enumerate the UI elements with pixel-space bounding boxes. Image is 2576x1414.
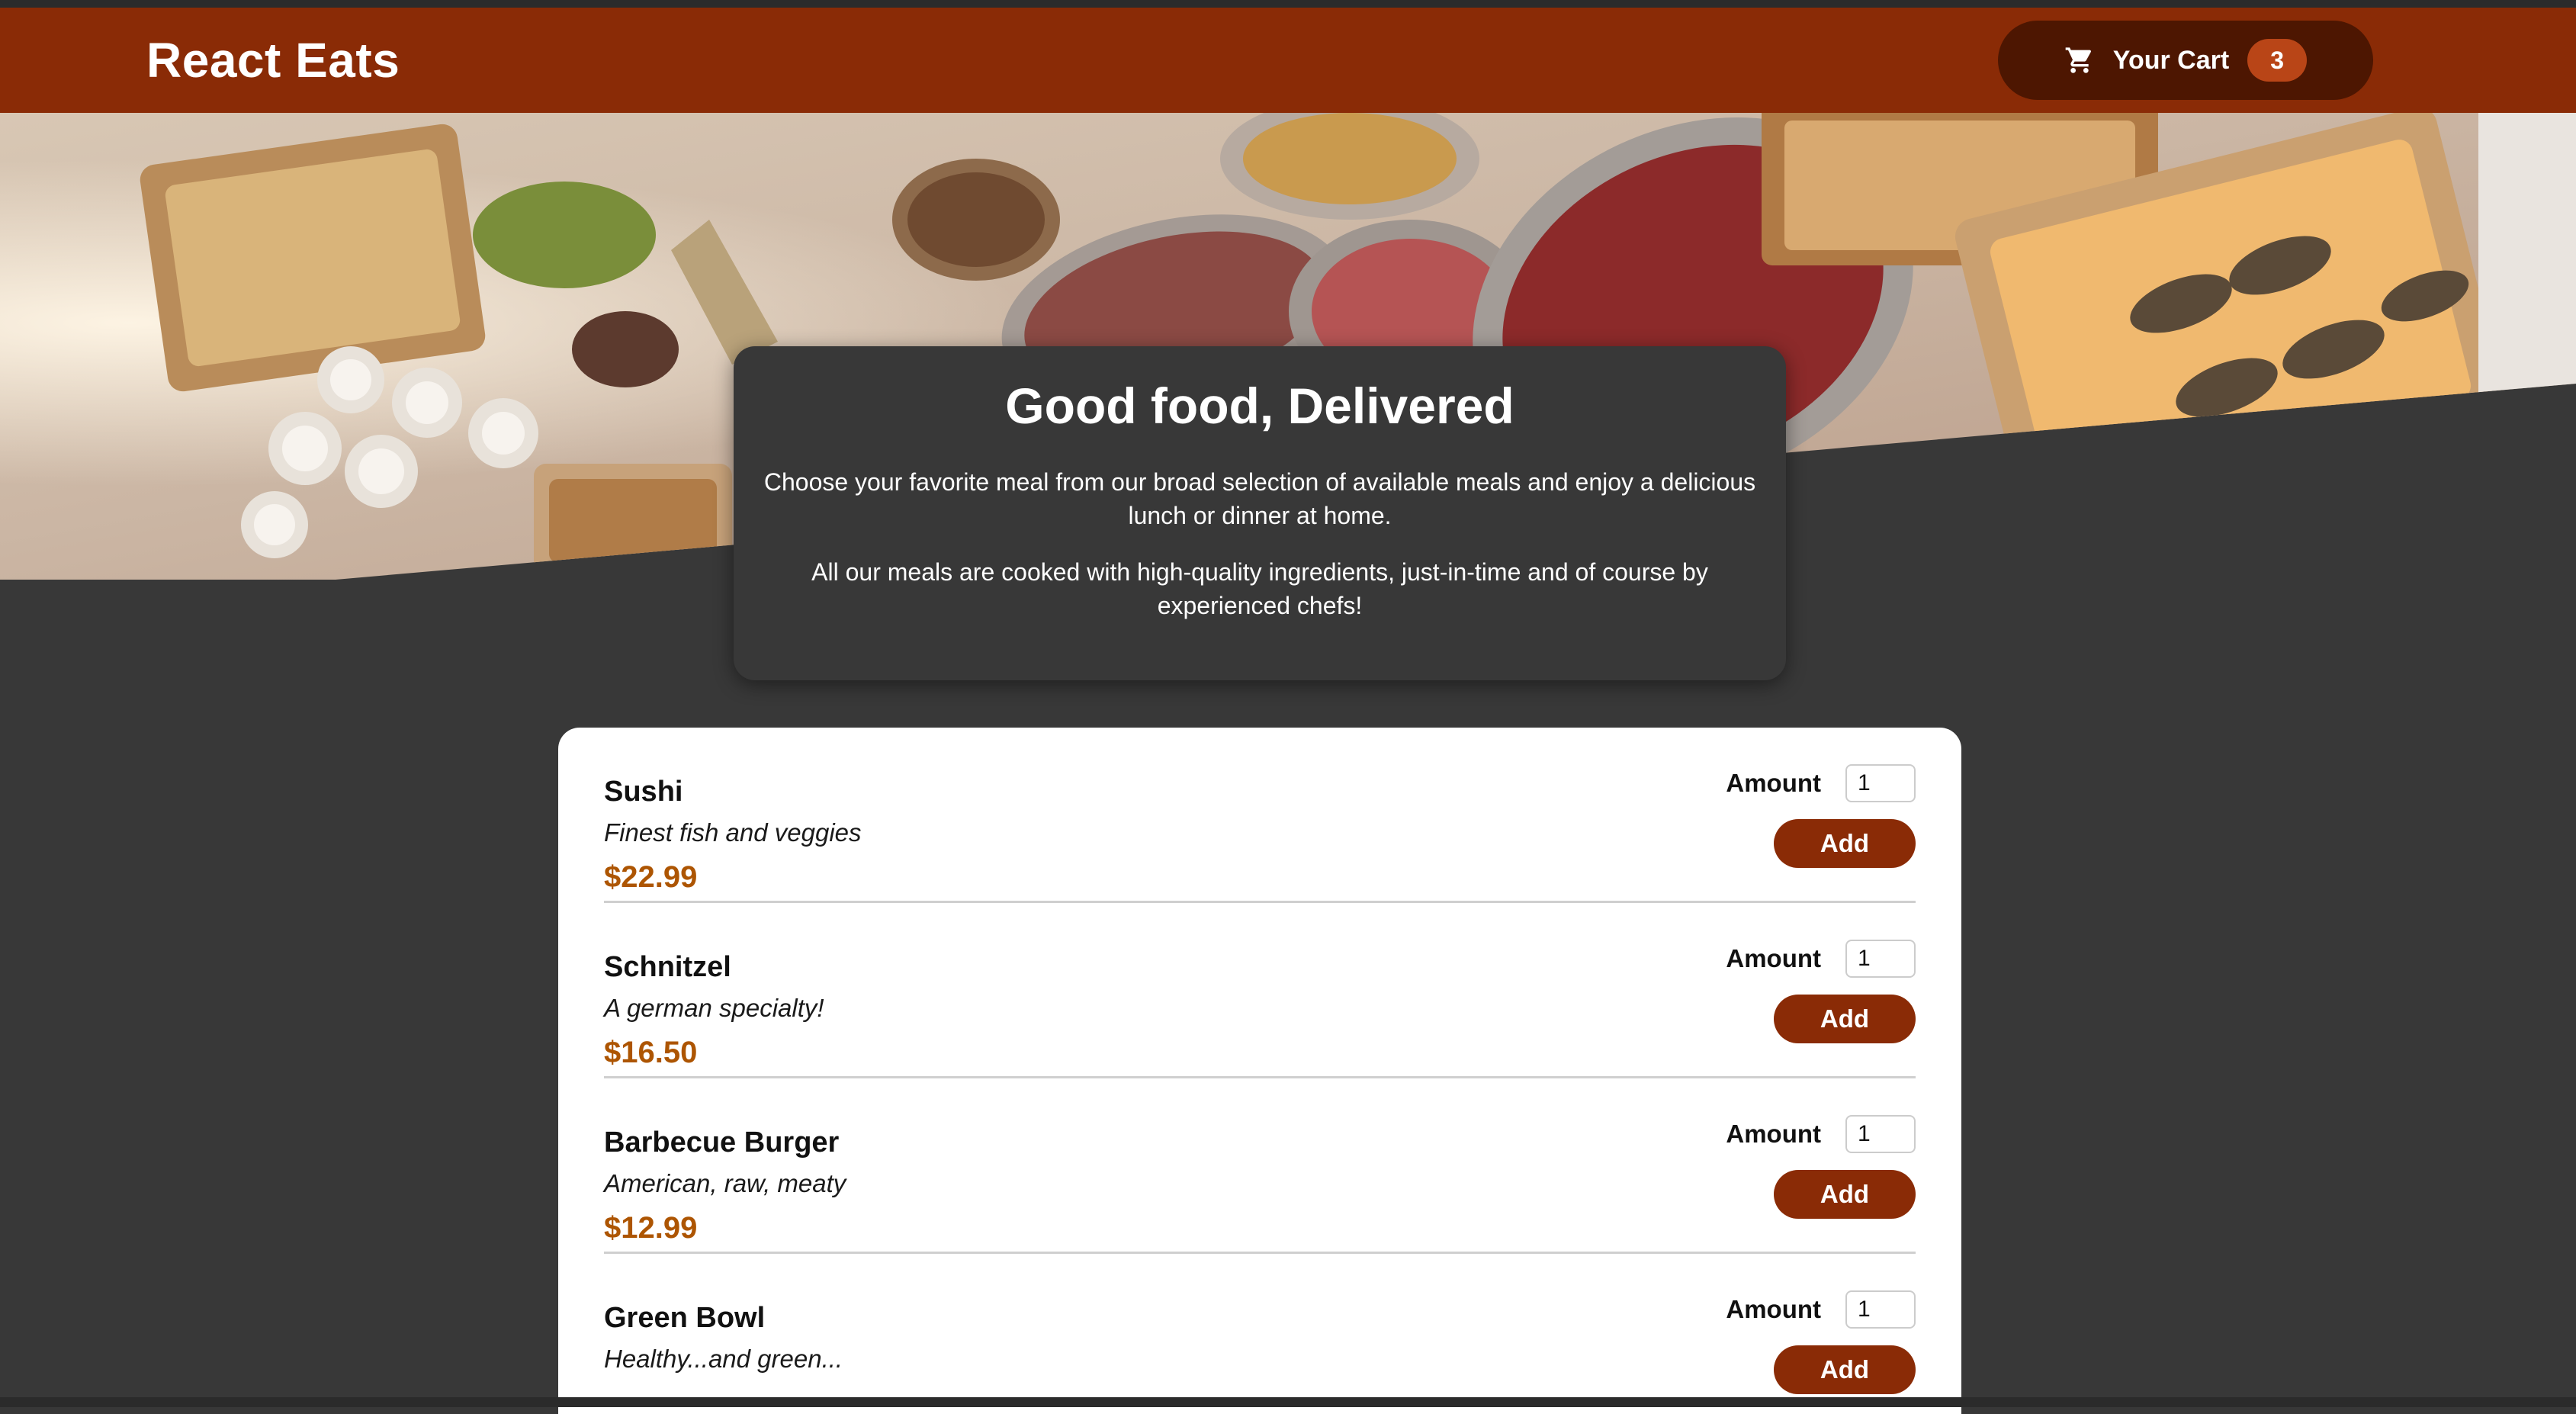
amount-row: Amount	[1726, 764, 1916, 802]
amount-label: Amount	[1726, 1295, 1821, 1323]
summary-card: Good food, Delivered Choose your favorit…	[734, 346, 1786, 680]
add-button[interactable]: Add	[1774, 1170, 1916, 1219]
amount-label: Amount	[1726, 1120, 1821, 1148]
summary-paragraph-choose: Choose your favorite meal from our broad…	[763, 468, 1756, 529]
amount-input[interactable]	[1845, 764, 1916, 802]
meal-name: Barbecue Burger	[604, 1126, 840, 1159]
window-bottom-edge	[0, 1397, 2576, 1407]
cart-label: Your Cart	[2112, 45, 2230, 75]
meal-item-barbecue-burger: Barbecue Burger American, raw, meaty $12…	[604, 1078, 1916, 1254]
amount-input[interactable]	[1845, 1115, 1916, 1153]
meal-add-form: Amount Add	[1726, 764, 1916, 868]
summary-heading: Good food, Delivered	[1005, 378, 1514, 434]
amount-input[interactable]	[1845, 940, 1916, 978]
amount-row: Amount	[1726, 1290, 1916, 1329]
app-header: React Eats Your Cart 3	[0, 8, 2576, 113]
meal-description: American, raw, meaty	[604, 1169, 846, 1197]
meal-add-form: Amount Add	[1726, 1290, 1916, 1394]
meal-item-sushi: Sushi Finest fish and veggies $22.99 Amo…	[604, 728, 1916, 903]
meals-list-card: Sushi Finest fish and veggies $22.99 Amo…	[558, 728, 1961, 1414]
meal-info: Green Bowl Healthy...and green...	[604, 1301, 843, 1385]
meal-info: Schnitzel A german specialty! $16.50	[604, 950, 824, 1071]
meal-add-form: Amount Add	[1726, 940, 1916, 1043]
meal-name: Sushi	[604, 776, 683, 808]
amount-label: Amount	[1726, 769, 1821, 797]
add-button[interactable]: Add	[1774, 995, 1916, 1043]
meal-name: Green Bowl	[604, 1302, 766, 1334]
app-title: React Eats	[146, 33, 400, 88]
meal-description: Finest fish and veggies	[604, 818, 862, 847]
meal-price: $12.99	[604, 1211, 698, 1245]
amount-label: Amount	[1726, 944, 1821, 972]
shopping-cart-icon	[2064, 45, 2095, 76]
add-button[interactable]: Add	[1774, 1345, 1916, 1394]
amount-row: Amount	[1726, 940, 1916, 978]
meal-price: $16.50	[604, 1036, 698, 1069]
amount-row: Amount	[1726, 1115, 1916, 1153]
meal-item-green-bowl: Green Bowl Healthy...and green... Amount…	[604, 1254, 1916, 1414]
meal-item-schnitzel: Schnitzel A german specialty! $16.50 Amo…	[604, 903, 1916, 1078]
amount-input[interactable]	[1845, 1290, 1916, 1329]
meal-name: Schnitzel	[604, 951, 731, 983]
meal-info: Sushi Finest fish and veggies $22.99	[604, 775, 862, 895]
meal-description: A german specialty!	[604, 994, 824, 1022]
cart-button[interactable]: Your Cart 3	[1998, 21, 2373, 100]
meals-list: Sushi Finest fish and veggies $22.99 Amo…	[604, 728, 1916, 1414]
meal-description: Healthy...and green...	[604, 1345, 843, 1373]
window-top-edge	[0, 0, 2576, 8]
add-button[interactable]: Add	[1774, 819, 1916, 868]
summary-paragraph-quality: All our meals are cooked with high-quali…	[811, 558, 1708, 619]
meal-info: Barbecue Burger American, raw, meaty $12…	[604, 1126, 846, 1246]
meal-price: $22.99	[604, 860, 698, 894]
meal-add-form: Amount Add	[1726, 1115, 1916, 1219]
cart-count-badge: 3	[2247, 39, 2308, 82]
